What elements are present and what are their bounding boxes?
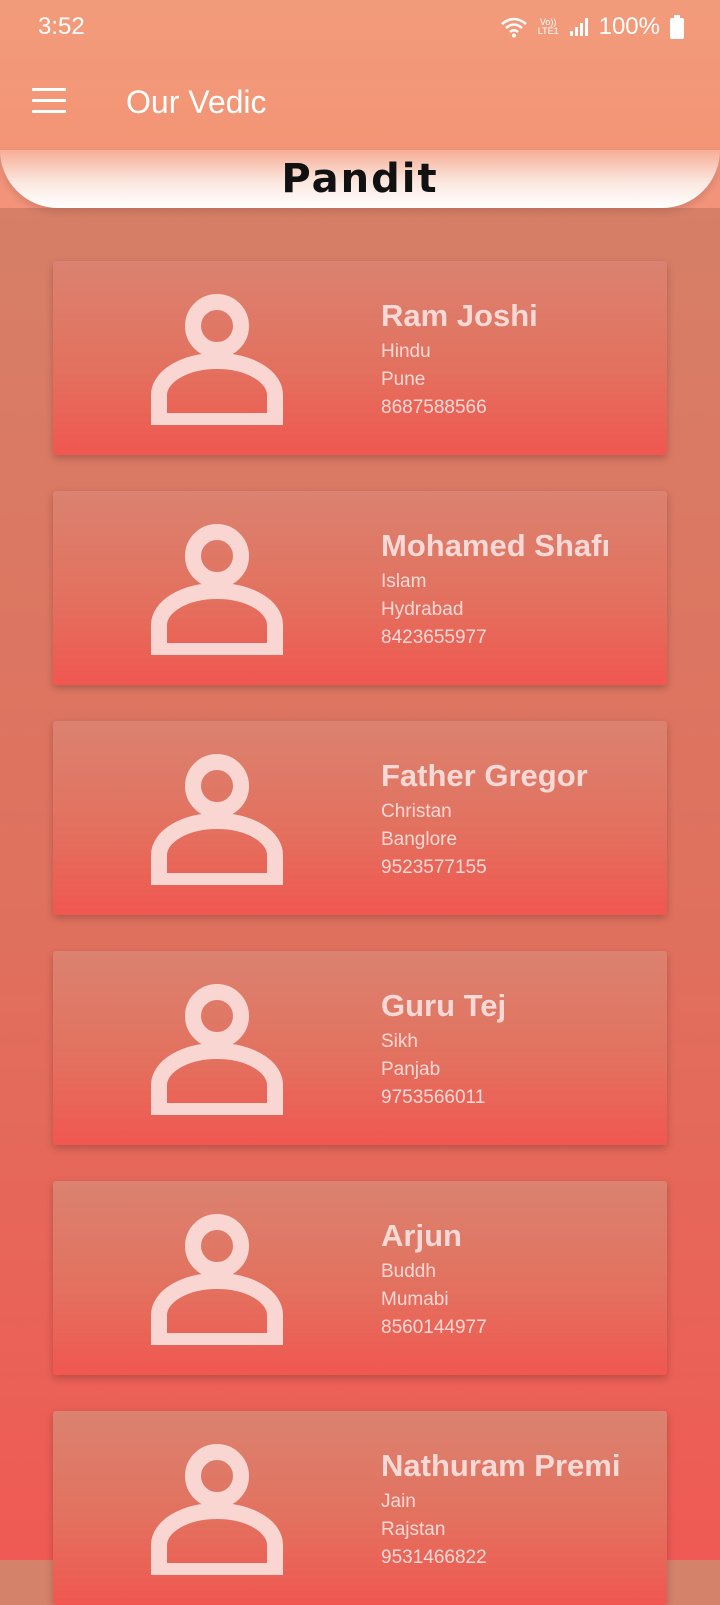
list-item[interactable]: Guru Tej Sikh Panjab 9753566011	[53, 951, 667, 1145]
pandit-city: Panjab	[381, 1059, 441, 1080]
section-title: Pandit	[281, 156, 439, 202]
list-item[interactable]: Father Gregor Christan Banglore 95235771…	[53, 721, 667, 915]
pandit-phone: 8423655977	[381, 627, 487, 648]
menu-icon[interactable]	[32, 88, 66, 114]
pandit-religion: Islam	[381, 571, 427, 592]
person-icon	[151, 1213, 283, 1345]
list-item[interactable]: Ram Joshi Hindu Pune 8687588566	[53, 261, 667, 455]
pandit-city: Rajstan	[381, 1519, 446, 1540]
pandit-phone: 8560144977	[381, 1317, 487, 1338]
pandit-list: Ram Joshi Hindu Pune 8687588566 Mohamed …	[0, 0, 720, 1605]
list-item[interactable]: Mohamed Shafı Islam Hydrabad 8423655977	[53, 491, 667, 685]
pandit-name: Guru Tej	[381, 988, 507, 1023]
pandit-religion: Sikh	[381, 1031, 418, 1052]
person-icon	[151, 1443, 283, 1575]
pandit-city: Hydrabad	[381, 599, 464, 620]
pandit-city: Mumabi	[381, 1289, 449, 1310]
pandit-city: Pune	[381, 369, 426, 390]
pandit-name: Arjun	[381, 1218, 462, 1253]
pandit-religion: Hindu	[381, 341, 431, 362]
pandit-religion: Jain	[381, 1491, 416, 1512]
section-header: Pandit	[0, 150, 720, 208]
wifi-icon	[500, 17, 527, 38]
pandit-religion: Christan	[381, 801, 452, 822]
app-title: Our Vedic	[126, 84, 267, 120]
status-icons: Vo)) LTE1 100%	[500, 13, 684, 41]
person-icon	[151, 983, 283, 1115]
list-item[interactable]: Nathuram Premi Jain Rajstan 9531466822	[53, 1411, 667, 1605]
pandit-name: Father Gregor	[381, 758, 588, 793]
status-time: 3:52	[38, 13, 85, 40]
battery-icon	[670, 15, 684, 39]
network-type: Vo)) LTE1	[537, 17, 559, 36]
pandit-phone: 9531466822	[381, 1547, 487, 1568]
person-icon	[151, 293, 283, 425]
battery-percent: 100%	[598, 13, 660, 40]
pandit-phone: 9523577155	[381, 857, 487, 878]
signal-icon	[569, 18, 588, 36]
pandit-religion: Buddh	[381, 1261, 436, 1282]
pandit-name: Ram Joshi	[381, 298, 538, 333]
pandit-city: Banglore	[381, 829, 458, 850]
status-bar: 3:52 Vo)) LTE1 100%	[0, 0, 720, 52]
list-item[interactable]: Arjun Buddh Mumabi 8560144977	[53, 1181, 667, 1375]
pandit-name: Mohamed Shafı	[381, 528, 611, 563]
pandit-name: Nathuram Premi	[381, 1448, 621, 1483]
pandit-phone: 9753566011	[381, 1087, 486, 1108]
person-icon	[151, 753, 283, 885]
pandit-phone: 8687588566	[381, 397, 487, 418]
person-icon	[151, 523, 283, 655]
